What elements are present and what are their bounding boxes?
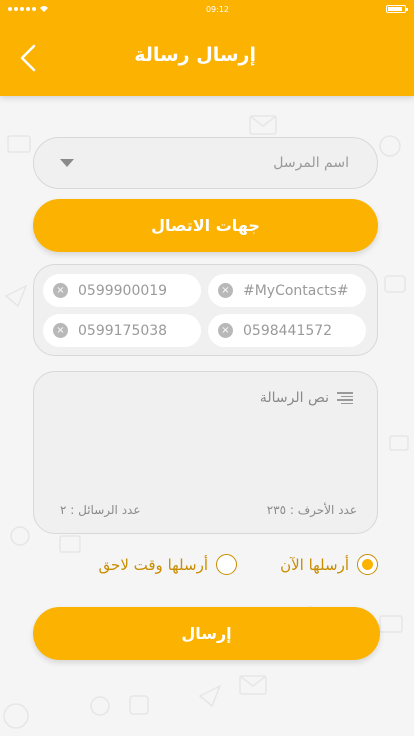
contacts-button-label: جهات الاتصال: [151, 216, 260, 235]
caret-down-icon: [60, 159, 74, 167]
message-label: نص الرسالة: [260, 390, 353, 406]
status-time: 09:12: [205, 4, 230, 14]
text-lines-icon: [337, 392, 353, 404]
signal-indicator: [8, 5, 49, 13]
sender-name-label: اسم المرسل: [273, 155, 349, 171]
send-now-option[interactable]: أرسلها الآن: [280, 554, 378, 575]
send-now-label: أرسلها الآن: [280, 555, 349, 574]
radio-selected-icon[interactable]: [357, 554, 378, 575]
recipient-text: 0598441572: [243, 322, 333, 339]
recipient-chip[interactable]: × 0599900019: [43, 274, 201, 307]
recipient-text: 0599175038: [78, 322, 168, 339]
remove-recipient-icon[interactable]: ×: [218, 323, 233, 338]
battery-icon: [386, 5, 408, 13]
message-count: عدد الرسائل : ٢: [60, 503, 141, 517]
page-title: إرسال رسالة: [134, 44, 256, 66]
message-textarea[interactable]: نص الرسالة عدد الأحرف : ٢٣٥ عدد الرسائل …: [33, 371, 378, 534]
sender-name-select[interactable]: اسم المرسل: [33, 137, 378, 189]
radio-unselected-icon[interactable]: [216, 554, 237, 575]
recipient-text: #MyContacts#: [243, 282, 349, 299]
signal-dots-icon: [8, 7, 36, 11]
chevron-left-icon: [20, 44, 36, 72]
send-later-option[interactable]: أرسلها وقت لاحق: [99, 554, 237, 575]
send-later-label: أرسلها وقت لاحق: [98, 555, 208, 574]
contacts-button[interactable]: جهات الاتصال: [33, 199, 378, 252]
recipients-box[interactable]: × #MyContacts# × 0599900019 × 0598441572…: [33, 264, 378, 356]
status-bar: 09:12: [0, 0, 414, 18]
back-button[interactable]: [14, 40, 42, 76]
remove-recipient-icon[interactable]: ×: [53, 283, 68, 298]
wifi-icon: [40, 6, 48, 12]
recipient-chip[interactable]: × 0599175038: [43, 314, 201, 347]
send-button[interactable]: إرسال: [33, 607, 380, 660]
recipient-chip[interactable]: × #MyContacts#: [208, 274, 366, 307]
message-placeholder: نص الرسالة: [259, 390, 329, 406]
recipient-chip[interactable]: × 0598441572: [208, 314, 366, 347]
send-button-label: إرسال: [181, 624, 232, 643]
recipient-text: 0599900019: [78, 282, 168, 299]
character-count: عدد الأحرف : ٢٣٥: [266, 503, 357, 517]
app-header: 09:12 إرسال رسالة: [0, 0, 414, 96]
remove-recipient-icon[interactable]: ×: [53, 323, 68, 338]
remove-recipient-icon[interactable]: ×: [218, 283, 233, 298]
